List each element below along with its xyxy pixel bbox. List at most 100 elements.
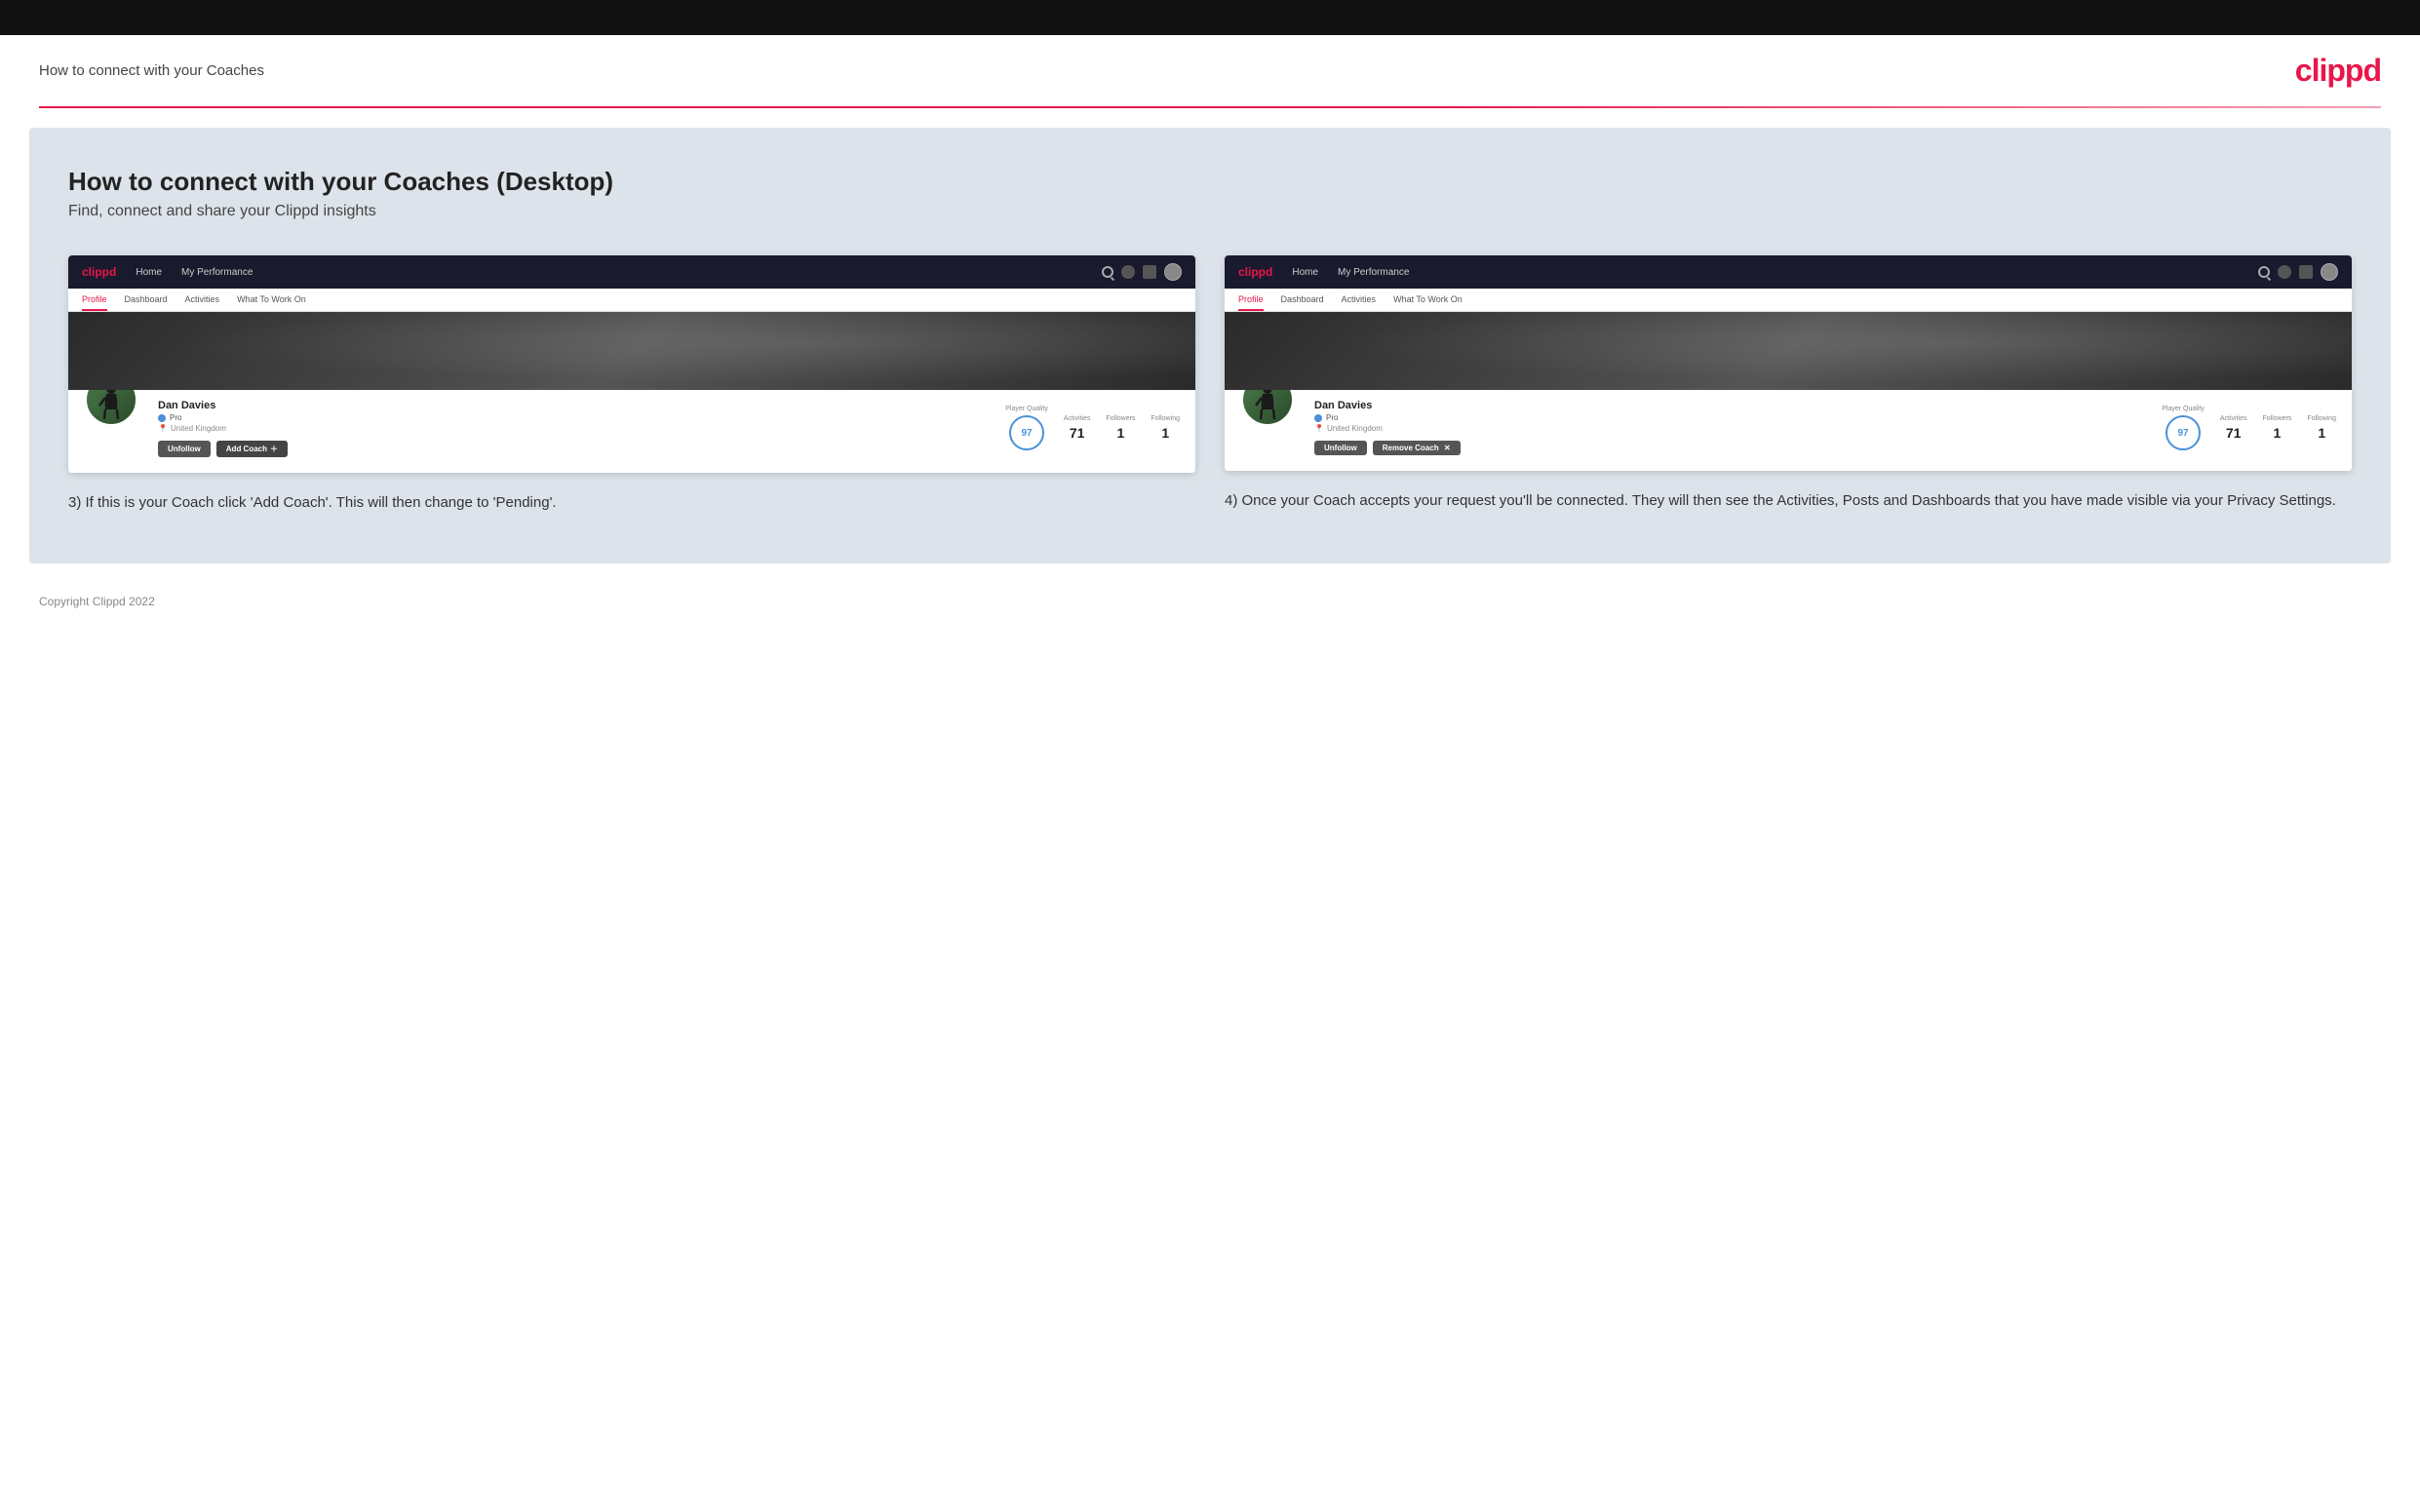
stat-activities-left: Activities 71 bbox=[1064, 415, 1091, 441]
following-label-left: Following bbox=[1151, 415, 1180, 422]
search-icon-left bbox=[1102, 266, 1113, 278]
settings-icon-right bbox=[2299, 265, 2313, 279]
mock-nav-performance-left: My Performance bbox=[181, 267, 253, 278]
activities-value-left: 71 bbox=[1064, 425, 1091, 441]
location-text-right: United Kingdom bbox=[1327, 424, 1383, 433]
main-content: How to connect with your Coaches (Deskto… bbox=[29, 128, 2391, 563]
user-info-right: Dan Davies Pro 📍 United Kingdom Unfollow bbox=[1314, 400, 2142, 455]
quality-circle-left: 97 bbox=[1009, 415, 1044, 450]
description-right: 4) Once your Coach accepts your request … bbox=[1225, 490, 2352, 513]
avatar-icon-right bbox=[2321, 263, 2338, 281]
mock-browser-right: clippd Home My Performance Pro bbox=[1225, 255, 2352, 471]
pin-icon-right: 📍 bbox=[1314, 424, 1324, 433]
top-bar bbox=[0, 0, 2420, 35]
badge-dot-left bbox=[158, 414, 166, 422]
mock-logo-right: clippd bbox=[1238, 265, 1272, 279]
mock-logo-left: clippd bbox=[82, 265, 116, 279]
location-left: 📍 United Kingdom bbox=[158, 424, 986, 433]
unfollow-button-left[interactable]: Unfollow bbox=[158, 441, 211, 457]
following-value-left: 1 bbox=[1151, 425, 1180, 441]
quality-circle-right: 97 bbox=[2166, 415, 2201, 450]
mock-nav-left: clippd Home My Performance bbox=[68, 255, 1195, 289]
mock-nav-right: clippd Home My Performance bbox=[1225, 255, 2352, 289]
user-icon-right bbox=[2278, 265, 2291, 279]
tab-dashboard-left[interactable]: Dashboard bbox=[125, 294, 168, 311]
tab-profile-left[interactable]: Profile bbox=[82, 294, 107, 311]
user-badge-right: Pro bbox=[1314, 413, 2142, 422]
remove-coach-label: Remove Coach bbox=[1383, 444, 1439, 452]
x-icon-right: ✕ bbox=[1444, 444, 1451, 452]
followers-value-right: 1 bbox=[2262, 425, 2291, 441]
tab-activities-left[interactable]: Activities bbox=[185, 294, 220, 311]
add-coach-button-left[interactable]: Add Coach ＋ bbox=[216, 441, 288, 457]
user-info-left: Dan Davies Pro 📍 United Kingdom Unfollow bbox=[158, 400, 986, 457]
stat-following-right: Following 1 bbox=[2307, 415, 2336, 441]
avatar-icon-left bbox=[1164, 263, 1182, 281]
pin-icon-left: 📍 bbox=[158, 424, 168, 433]
header: How to connect with your Coaches clippd bbox=[0, 35, 2420, 106]
stat-quality-left: Player Quality 97 bbox=[1005, 406, 1048, 450]
page-title: How to connect with your Coaches bbox=[39, 62, 264, 79]
stats-left: Player Quality 97 Activities 71 Follower… bbox=[1005, 400, 1180, 450]
quality-label-right: Player Quality bbox=[2162, 406, 2205, 412]
mock-browser-left: clippd Home My Performance Pro bbox=[68, 255, 1195, 473]
location-text-left: United Kingdom bbox=[171, 424, 226, 433]
action-buttons-left: Unfollow Add Coach ＋ bbox=[158, 441, 986, 457]
main-subtitle: Find, connect and share your Clippd insi… bbox=[68, 203, 2352, 220]
tab-activities-right[interactable]: Activities bbox=[1342, 294, 1377, 311]
main-title: How to connect with your Coaches (Deskto… bbox=[68, 167, 2352, 197]
user-name-right: Dan Davies bbox=[1314, 400, 2142, 411]
search-icon-right bbox=[2258, 266, 2270, 278]
description-left: 3) If this is your Coach click 'Add Coac… bbox=[68, 492, 1195, 515]
nav-icons-right bbox=[2258, 263, 2338, 281]
footer: Copyright Clippd 2022 bbox=[0, 583, 2420, 620]
mock-banner-left bbox=[68, 312, 1195, 390]
mock-nav-home-left: Home bbox=[136, 267, 162, 278]
location-right: 📍 United Kingdom bbox=[1314, 424, 2142, 433]
followers-label-right: Followers bbox=[2262, 415, 2291, 422]
tab-what-to-work-on-right[interactable]: What To Work On bbox=[1393, 294, 1463, 311]
followers-value-left: 1 bbox=[1106, 425, 1135, 441]
activities-value-right: 71 bbox=[2220, 425, 2247, 441]
stat-quality-right: Player Quality 97 bbox=[2162, 406, 2205, 450]
stats-right: Player Quality 97 Activities 71 Follower… bbox=[2162, 400, 2336, 450]
mock-nav-home-right: Home bbox=[1292, 267, 1318, 278]
badge-label-left: Pro bbox=[170, 413, 181, 422]
columns: clippd Home My Performance Pro bbox=[68, 255, 2352, 515]
mock-nav-performance-right: My Performance bbox=[1338, 267, 1409, 278]
user-name-left: Dan Davies bbox=[158, 400, 986, 411]
quality-label-left: Player Quality bbox=[1005, 406, 1048, 412]
user-badge-left: Pro bbox=[158, 413, 986, 422]
column-right: clippd Home My Performance Pro bbox=[1225, 255, 2352, 515]
stat-following-left: Following 1 bbox=[1151, 415, 1180, 441]
column-left: clippd Home My Performance Pro bbox=[68, 255, 1195, 515]
copyright-text: Copyright Clippd 2022 bbox=[39, 595, 155, 608]
remove-coach-button-right[interactable]: Remove Coach ✕ bbox=[1373, 441, 1461, 455]
mock-banner-right bbox=[1225, 312, 2352, 390]
add-coach-label-left: Add Coach bbox=[226, 445, 267, 453]
logo: clippd bbox=[2295, 53, 2381, 89]
user-icon-left bbox=[1121, 265, 1135, 279]
settings-icon-left bbox=[1143, 265, 1156, 279]
plus-icon-left: ＋ bbox=[270, 444, 278, 454]
action-buttons-right: Unfollow Remove Coach ✕ bbox=[1314, 441, 2142, 455]
header-divider bbox=[39, 106, 2381, 108]
mock-tabs-right: Profile Dashboard Activities What To Wor… bbox=[1225, 289, 2352, 312]
badge-dot-right bbox=[1314, 414, 1322, 422]
stat-followers-left: Followers 1 bbox=[1106, 415, 1135, 441]
tab-profile-right[interactable]: Profile bbox=[1238, 294, 1264, 311]
nav-icons-left bbox=[1102, 263, 1182, 281]
mock-profile-left: Dan Davies Pro 📍 United Kingdom Unfollow bbox=[68, 390, 1195, 473]
following-value-right: 1 bbox=[2307, 425, 2336, 441]
unfollow-button-right[interactable]: Unfollow bbox=[1314, 441, 1367, 455]
mock-profile-right: Dan Davies Pro 📍 United Kingdom Unfollow bbox=[1225, 390, 2352, 471]
activities-label-right: Activities bbox=[2220, 415, 2247, 422]
mock-tabs-left: Profile Dashboard Activities What To Wor… bbox=[68, 289, 1195, 312]
activities-label-left: Activities bbox=[1064, 415, 1091, 422]
following-label-right: Following bbox=[2307, 415, 2336, 422]
stat-activities-right: Activities 71 bbox=[2220, 415, 2247, 441]
tab-dashboard-right[interactable]: Dashboard bbox=[1281, 294, 1324, 311]
badge-label-right: Pro bbox=[1326, 413, 1338, 422]
tab-what-to-work-on-left[interactable]: What To Work On bbox=[237, 294, 306, 311]
followers-label-left: Followers bbox=[1106, 415, 1135, 422]
